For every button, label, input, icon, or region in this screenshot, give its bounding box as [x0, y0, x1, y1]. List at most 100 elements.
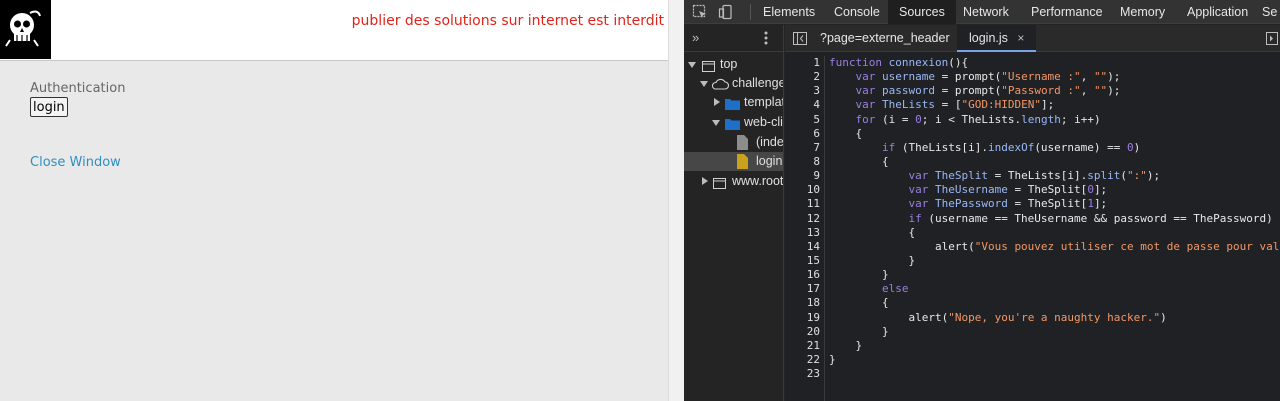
code-line: var TheUsername = TheSplit[0];	[829, 183, 1108, 197]
line-number: 23	[806, 367, 820, 381]
kebab-menu-icon[interactable]	[764, 31, 768, 50]
line-number: 11	[806, 197, 820, 211]
tab-network[interactable]: Network	[963, 0, 1009, 24]
tree-item-web-client[interactable]: web-cli	[684, 113, 783, 132]
tab-elements[interactable]: Elements	[763, 0, 815, 24]
line-number: 13	[806, 225, 820, 239]
tree-label-index: (inde	[756, 135, 784, 149]
line-number: 2	[813, 70, 820, 84]
line-number: 18	[806, 296, 820, 310]
close-window-link[interactable]: Close Window	[30, 155, 121, 170]
tab-console[interactable]: Console	[834, 0, 880, 24]
code-line: alert("Nope, you're a naughty hacker.")	[829, 310, 1167, 324]
tree-item-top[interactable]: top	[684, 55, 783, 74]
tree-label-top: top	[720, 57, 738, 71]
code-line: }	[829, 253, 916, 267]
editor-tab-externe-header[interactable]: ?page=externe_header	[820, 25, 950, 52]
line-number: 10	[806, 183, 820, 197]
tab-memory[interactable]: Memory	[1120, 0, 1165, 24]
code-line: if (username == TheUsername && password …	[829, 211, 1273, 225]
line-number: 1	[813, 56, 820, 69]
code-line: {	[829, 296, 889, 310]
source-editor: ?page=externe_header login.js × 1 2 3 4 …	[785, 25, 1280, 401]
frame-icon	[713, 176, 726, 195]
tree-item-templates[interactable]: templat	[684, 93, 784, 112]
inspect-element-icon[interactable]	[692, 4, 708, 20]
tree-item-login[interactable]: login	[684, 152, 783, 171]
toggle-debugger-icon[interactable]	[1266, 32, 1278, 50]
sources-navigator: » top challenge templat web-cli (inde lo…	[684, 25, 784, 401]
code-lines: function connexion(){ var username = pro…	[829, 56, 1280, 381]
code-line: {	[829, 225, 916, 239]
line-number: 4	[813, 98, 820, 112]
chevron-right-icon	[702, 177, 708, 185]
tab-performance[interactable]: Performance	[1031, 0, 1103, 24]
page-header: publier des solutions sur internet est i…	[0, 0, 668, 61]
navigator-header: »	[684, 25, 783, 52]
code-line: alert("Vous pouvez utiliser ce mot de pa…	[829, 239, 1280, 253]
tab-security[interactable]: Se	[1262, 0, 1277, 24]
code-line: }	[829, 352, 836, 366]
login-button[interactable]: login	[30, 97, 68, 117]
line-number: 12	[806, 211, 820, 225]
code-line: function connexion(){	[829, 56, 969, 69]
editor-tab-bar: ?page=externe_header login.js ×	[785, 25, 1280, 52]
toolbar-divider	[750, 4, 751, 20]
code-line: var TheLists = ["GOD:HIDDEN"];	[829, 98, 1055, 112]
code-line: var password = prompt("Password :", "");	[829, 84, 1121, 98]
editor-tab-login-js[interactable]: login.js ×	[957, 25, 1037, 52]
tree-label-challenge: challenge	[732, 76, 784, 90]
chevron-down-icon	[688, 62, 696, 68]
line-number: 21	[806, 338, 820, 352]
code-line: if (TheLists[i].indexOf(username) == 0)	[829, 140, 1141, 154]
line-number: 7	[813, 140, 820, 154]
line-number: 15	[806, 253, 820, 267]
code-line: var username = prompt("Username :", "");	[829, 70, 1121, 84]
code-line: {	[829, 126, 863, 140]
code-line: var ThePassword = TheSplit[1];	[829, 197, 1108, 211]
tab-application[interactable]: Application	[1187, 0, 1248, 24]
toggle-navigator-icon[interactable]	[793, 32, 807, 50]
line-number: 20	[806, 324, 820, 338]
tree-label-templates: templat	[744, 95, 784, 109]
authentication-label: Authentication	[30, 81, 126, 96]
chevron-double-right-icon[interactable]: »	[692, 30, 699, 45]
devtools-toolbar: Elements Console Sources Network Perform…	[684, 0, 1280, 24]
code-line: }	[829, 338, 863, 352]
skull-logo-icon	[0, 0, 51, 59]
line-number-gutter: 1 2 3 4 5 6 7 8 9 10 11 12 13 14 15 16 1…	[785, 56, 825, 401]
line-number: 3	[813, 84, 820, 98]
code-line: else	[829, 282, 909, 296]
tree-item-challenge[interactable]: challenge	[684, 74, 784, 93]
line-number: 22	[806, 352, 820, 366]
close-icon[interactable]: ×	[1017, 31, 1024, 45]
tree-item-root[interactable]: www.root	[684, 172, 784, 191]
chevron-down-icon	[700, 81, 708, 87]
chevron-down-icon	[712, 120, 720, 126]
code-line: }	[829, 268, 889, 282]
code-line: var TheSplit = TheLists[i].split(":");	[829, 169, 1161, 183]
line-number: 6	[813, 126, 820, 140]
tab-sources[interactable]: Sources	[888, 0, 956, 24]
page-scrollbar[interactable]	[668, 0, 684, 401]
chevron-right-icon	[714, 98, 720, 106]
code-line: {	[829, 154, 889, 168]
web-page: publier des solutions sur internet est i…	[0, 0, 668, 401]
line-number: 19	[806, 310, 820, 324]
line-number: 14	[806, 239, 820, 253]
line-number: 9	[813, 169, 820, 183]
tree-item-index[interactable]: (inde	[684, 133, 784, 152]
code-line: for (i = 0; i < TheLists.length; i++)	[829, 112, 1101, 126]
forbidden-notice: publier des solutions sur internet est i…	[351, 13, 664, 29]
line-number: 8	[813, 154, 820, 168]
line-number: 16	[806, 268, 820, 282]
line-number: 5	[813, 112, 820, 126]
device-toolbar-icon[interactable]	[718, 4, 734, 20]
tree-label-root: www.root	[732, 174, 784, 188]
tree-label-login: login	[756, 154, 783, 168]
devtools-panel: Elements Console Sources Network Perform…	[684, 0, 1280, 401]
tree-label-web-client: web-cli	[744, 115, 783, 129]
code-view[interactable]: 1 2 3 4 5 6 7 8 9 10 11 12 13 14 15 16 1…	[785, 52, 1280, 401]
line-number: 17	[806, 282, 820, 296]
